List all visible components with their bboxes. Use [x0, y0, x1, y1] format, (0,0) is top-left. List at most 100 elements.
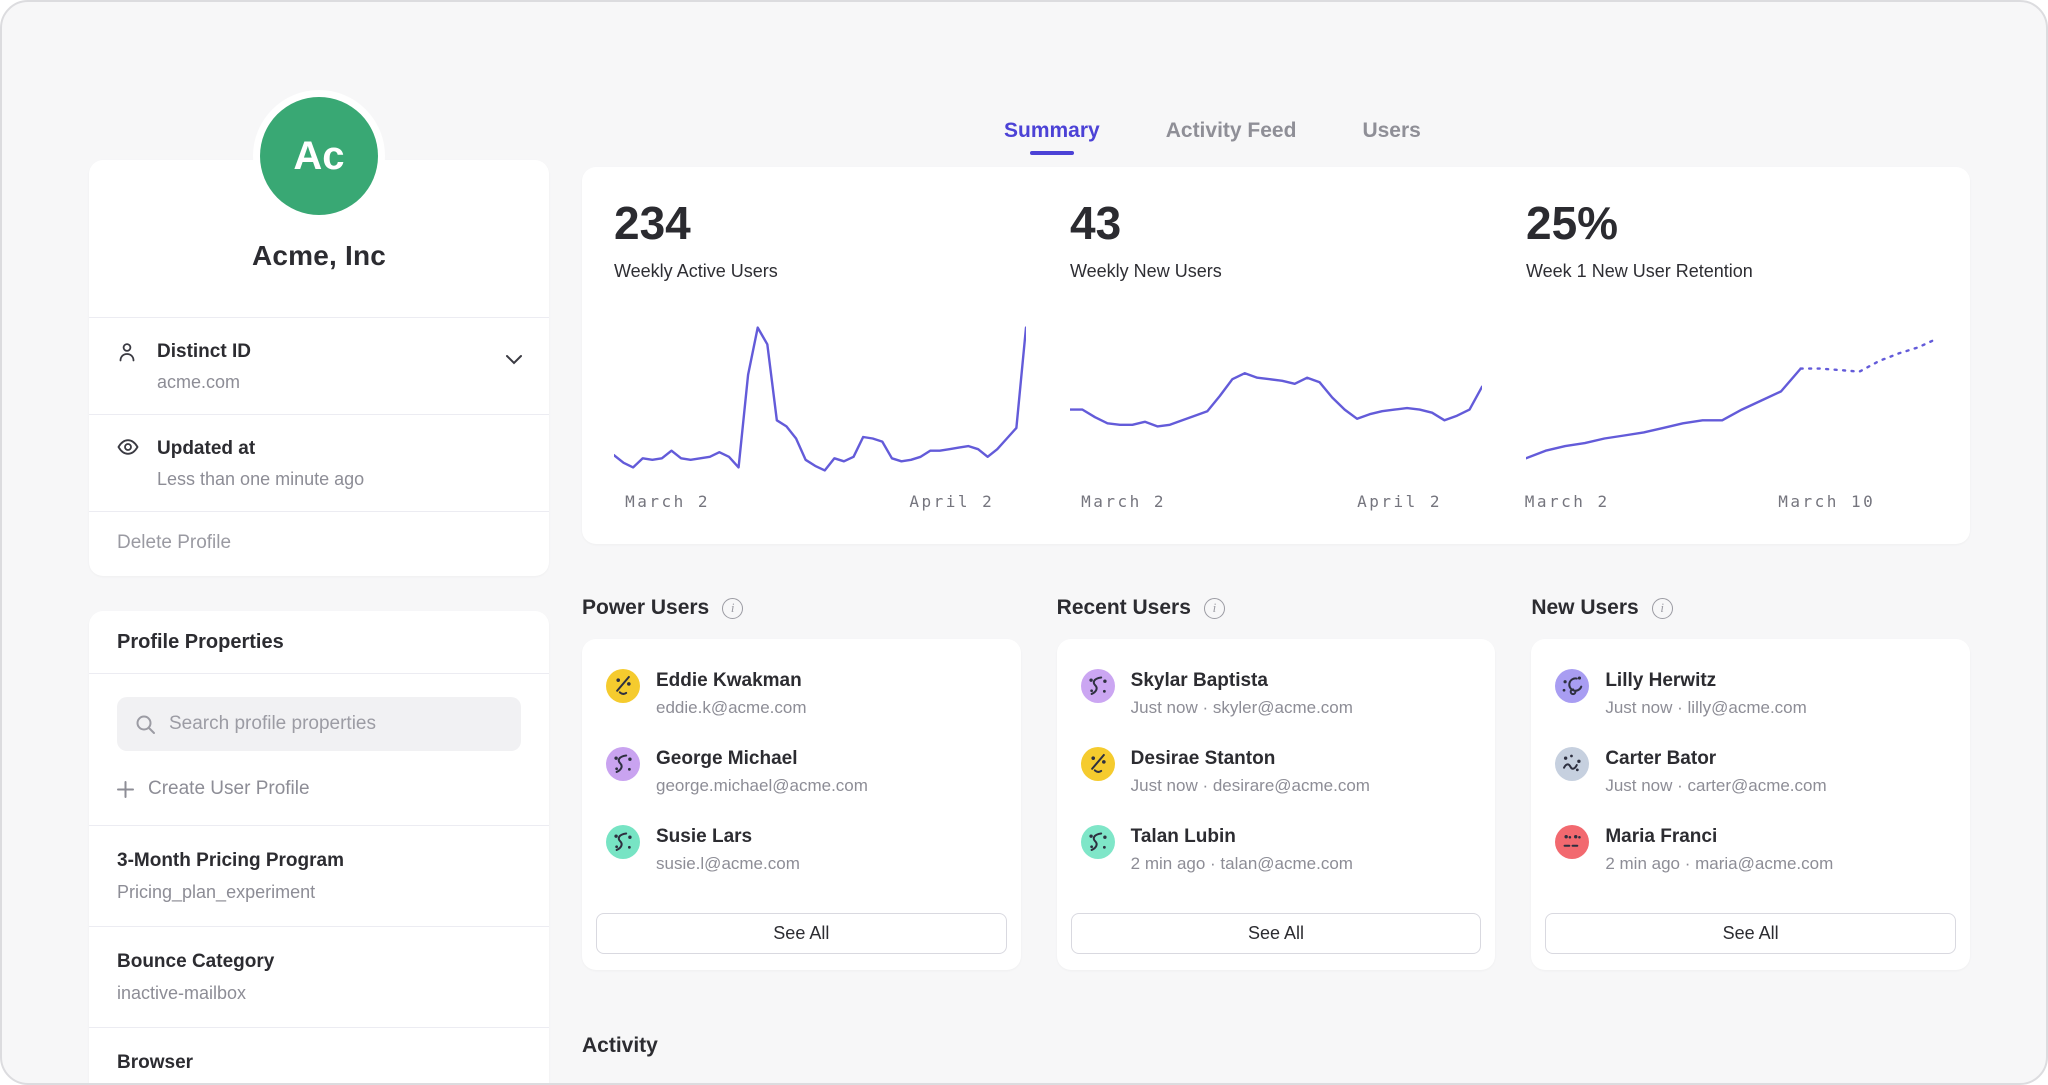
app-window: Ac Acme, Inc Distinct ID — [0, 0, 2048, 1085]
delete-profile-button[interactable]: Delete Profile — [89, 512, 549, 576]
user-row[interactable]: Desirae Stanton Just now · desirare@acme… — [1071, 732, 1482, 810]
plus-icon — [117, 781, 134, 798]
user-avatar — [606, 669, 640, 703]
main-content: Summary Activity Feed Users 234 Weekly A… — [582, 2, 1970, 1083]
x-tick: March 2 — [1081, 492, 1166, 511]
company-avatar: Ac — [253, 90, 385, 222]
chevron-down-icon[interactable] — [505, 354, 523, 365]
power-users-card: Eddie Kwakman eddie.k@acme.com George Mi… — [582, 639, 1021, 970]
user-meta: susie.l@acme.com — [656, 854, 800, 874]
retention-panel: 25% Week 1 New User Retention March 2 Ma… — [1526, 200, 1938, 544]
user-name: Eddie Kwakman — [656, 670, 807, 692]
weekly-active-users-value: 234 — [614, 200, 1026, 246]
user-name: Talan Lubin — [1131, 826, 1353, 848]
activity-title: Activity — [582, 1034, 1970, 1058]
new-users-card: Lilly Herwitz Just now · lilly@acme.com … — [1531, 639, 1970, 970]
user-meta: 2 min ago · maria@acme.com — [1605, 854, 1833, 874]
user-meta: 2 min ago · talan@acme.com — [1131, 854, 1353, 874]
property-row[interactable]: Bounce Category inactive-mailbox — [89, 927, 549, 1027]
distinct-id-row[interactable]: Distinct ID acme.com — [89, 318, 549, 414]
x-tick: April 2 — [909, 492, 994, 511]
user-avatar — [1555, 669, 1589, 703]
power-users-section: Power Users i Eddie Kwakman eddie.k@acme… — [582, 594, 1021, 970]
distinct-id-label: Distinct ID — [157, 341, 251, 363]
search-icon — [135, 714, 156, 735]
user-row[interactable]: Maria Franci 2 min ago · maria@acme.com — [1545, 810, 1956, 888]
info-icon[interactable]: i — [722, 598, 743, 619]
x-tick: March 2 — [625, 492, 710, 511]
user-name: Skylar Baptista — [1131, 670, 1353, 692]
user-meta: eddie.k@acme.com — [656, 698, 807, 718]
property-row[interactable]: 3-Month Pricing Program Pricing_plan_exp… — [89, 826, 549, 926]
see-all-button[interactable]: See All — [1545, 913, 1956, 954]
person-icon — [117, 341, 139, 393]
user-name: George Michael — [656, 748, 868, 770]
company-avatar-initials: Ac — [260, 97, 378, 215]
info-icon[interactable]: i — [1204, 598, 1225, 619]
x-tick: March 2 — [1525, 492, 1610, 511]
profile-summary-card: Acme, Inc Distinct ID acme.com — [89, 160, 549, 576]
eye-icon — [117, 438, 139, 490]
profile-properties-title: Profile Properties — [117, 631, 521, 654]
retention-value: 25% — [1526, 200, 1938, 246]
x-tick: March 10 — [1778, 492, 1875, 511]
property-label: Bounce Category — [117, 951, 521, 973]
tab-activity-feed[interactable]: Activity Feed — [1166, 119, 1297, 163]
create-user-profile-label: Create User Profile — [148, 778, 310, 800]
user-row[interactable]: Talan Lubin 2 min ago · talan@acme.com — [1071, 810, 1482, 888]
property-row[interactable]: Browser Chrome — [89, 1028, 549, 1085]
user-name: Carter Bator — [1605, 748, 1826, 770]
summary-stats-card: 234 Weekly Active Users March 2 April 2 … — [582, 167, 1970, 544]
profile-properties-search[interactable] — [117, 697, 521, 751]
user-row[interactable]: Susie Lars susie.l@acme.com — [596, 810, 1007, 888]
user-meta: Just now · carter@acme.com — [1605, 776, 1826, 796]
weekly-new-users-value: 43 — [1070, 200, 1482, 246]
x-tick: April 2 — [1357, 492, 1442, 511]
info-icon[interactable]: i — [1652, 598, 1673, 619]
user-avatar — [1081, 825, 1115, 859]
tab-summary[interactable]: Summary — [1004, 119, 1100, 163]
property-value: Pricing_plan_experiment — [117, 882, 521, 903]
distinct-id-value: acme.com — [157, 372, 251, 393]
user-name: Maria Franci — [1605, 826, 1833, 848]
recent-users-card: Skylar Baptista Just now · skyler@acme.c… — [1057, 639, 1496, 970]
active-tab-underline — [1030, 151, 1074, 155]
user-row[interactable]: Lilly Herwitz Just now · lilly@acme.com — [1545, 654, 1956, 732]
retention-chart — [1526, 320, 1938, 478]
user-row[interactable]: Skylar Baptista Just now · skyler@acme.c… — [1071, 654, 1482, 732]
profile-sidebar: Ac Acme, Inc Distinct ID — [89, 2, 549, 1083]
property-label: Browser — [117, 1052, 521, 1074]
user-avatar — [1081, 747, 1115, 781]
recent-users-section: Recent Users i Skylar Baptista Just now … — [1057, 594, 1496, 970]
tab-bar: Summary Activity Feed Users — [1004, 2, 1970, 163]
weekly-new-users-panel: 43 Weekly New Users March 2 April 2 — [1070, 200, 1482, 544]
weekly-new-users-chart — [1070, 320, 1482, 478]
search-input[interactable] — [169, 713, 503, 735]
updated-at-row: Updated at Less than one minute ago — [89, 415, 549, 511]
weekly-active-users-panel: 234 Weekly Active Users March 2 April 2 — [614, 200, 1026, 544]
updated-at-label: Updated at — [157, 438, 364, 460]
user-row[interactable]: Carter Bator Just now · carter@acme.com — [1545, 732, 1956, 810]
user-name: Lilly Herwitz — [1605, 670, 1806, 692]
weekly-active-users-label: Weekly Active Users — [614, 261, 1026, 282]
see-all-button[interactable]: See All — [596, 913, 1007, 954]
user-meta: george.michael@acme.com — [656, 776, 868, 796]
user-name: Susie Lars — [656, 826, 800, 848]
new-users-section: New Users i Lilly Herwitz Just now · lil… — [1531, 594, 1970, 970]
create-user-profile-button[interactable]: Create User Profile — [89, 751, 549, 825]
see-all-button[interactable]: See All — [1071, 913, 1482, 954]
user-meta: Just now · lilly@acme.com — [1605, 698, 1806, 718]
new-users-title: New Users — [1531, 596, 1638, 620]
weekly-active-users-chart — [614, 320, 1026, 478]
user-row[interactable]: Eddie Kwakman eddie.k@acme.com — [596, 654, 1007, 732]
company-name: Acme, Inc — [109, 240, 529, 272]
user-meta: Just now · desirare@acme.com — [1131, 776, 1370, 796]
recent-users-title: Recent Users — [1057, 596, 1191, 620]
user-meta: Just now · skyler@acme.com — [1131, 698, 1353, 718]
retention-label: Week 1 New User Retention — [1526, 261, 1938, 282]
property-label: 3-Month Pricing Program — [117, 850, 521, 872]
user-row[interactable]: George Michael george.michael@acme.com — [596, 732, 1007, 810]
user-avatar — [1081, 669, 1115, 703]
profile-properties-card: Profile Properties — [89, 611, 549, 1085]
tab-users[interactable]: Users — [1362, 119, 1420, 163]
